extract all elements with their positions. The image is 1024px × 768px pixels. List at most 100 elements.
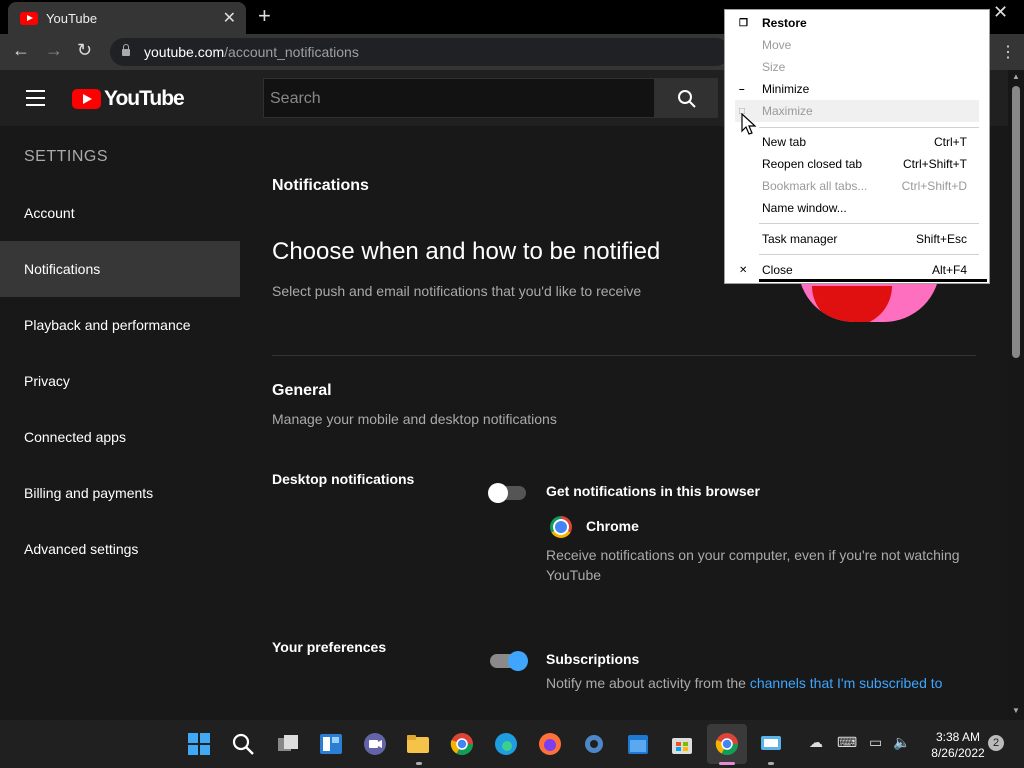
menu-item-label: Task manager — [762, 232, 838, 246]
chrome-icon — [550, 516, 572, 538]
chrome-taskbar-icon[interactable] — [450, 732, 474, 756]
menu-item-close[interactable]: ✕ Close Alt+F4 — [725, 259, 989, 281]
settings-gear-icon[interactable] — [582, 732, 606, 756]
desktop-notifications-label: Desktop notifications — [272, 471, 415, 487]
clock-time: 3:38 AM — [935, 730, 981, 744]
search-input[interactable] — [264, 79, 662, 119]
file-explorer-icon[interactable] — [406, 732, 430, 756]
sidebar-item-label: Privacy — [24, 373, 70, 389]
menu-item-label: Close — [762, 263, 793, 277]
windows-taskbar: ☁ ⌨ ▭ 🔈 3:38 AM 8/26/2022 2 — [0, 720, 1024, 768]
subscriptions-description: Notify me about activity from the channe… — [546, 673, 996, 693]
page-headline: Choose when and how to be notified — [272, 238, 661, 265]
menu-item-bookmark-all-tabs: Bookmark all tabs... Ctrl+Shift+D — [725, 175, 989, 197]
hamburger-menu-icon[interactable] — [26, 90, 45, 111]
page-subtitle: Select push and email notifications that… — [272, 283, 642, 299]
network-icon[interactable]: ▭ — [869, 734, 882, 751]
taskbar-search-icon[interactable] — [231, 732, 255, 756]
tab-title: YouTube — [46, 10, 98, 26]
sidebar-item-billing[interactable]: Billing and payments — [0, 465, 240, 521]
menu-item-label: Bookmark all tabs... — [762, 179, 868, 193]
notification-badge[interactable]: 2 — [988, 735, 1004, 751]
menu-item-label: Minimize — [762, 82, 810, 96]
subscriptions-toggle[interactable] — [490, 651, 528, 671]
active-indicator — [719, 762, 735, 765]
menu-item-shortcut: Ctrl+Shift+D — [901, 179, 967, 193]
new-tab-icon[interactable]: + — [258, 3, 271, 29]
youtube-logo[interactable]: YouTube — [72, 87, 185, 111]
divider — [272, 355, 976, 356]
edge-icon[interactable] — [494, 732, 518, 756]
microsoft-store-icon[interactable] — [670, 732, 694, 756]
menu-item-minimize[interactable]: – Minimize — [725, 78, 989, 100]
menu-item-label: Size — [762, 60, 786, 74]
clock-date: 8/26/2022 — [931, 746, 985, 760]
settings-sidebar: SETTINGS Account Notifications Playback … — [0, 126, 240, 720]
subscribed-channels-link[interactable]: channels that I'm subscribed to — [750, 675, 943, 691]
keyboard-icon[interactable]: ⌨ — [837, 734, 857, 751]
browser-tab-youtube[interactable]: YouTube ✕ — [8, 2, 246, 34]
menu-item-reopen-closed-tab[interactable]: Reopen closed tab Ctrl+Shift+T — [725, 153, 989, 175]
search-icon — [678, 90, 696, 108]
chrome-active-taskbar-icon[interactable] — [715, 732, 739, 756]
menu-item-label: New tab — [762, 135, 807, 149]
sidebar-item-label: Advanced settings — [24, 541, 139, 557]
restore-icon: ❐ — [739, 17, 748, 29]
sidebar-item-notifications[interactable]: Notifications — [0, 241, 240, 297]
widgets-icon[interactable] — [319, 732, 343, 756]
volume-icon[interactable]: 🔈 — [893, 734, 910, 751]
menu-item-new-tab[interactable]: New tab Ctrl+T — [725, 131, 989, 153]
search-button[interactable] — [655, 78, 718, 118]
tab-close-icon[interactable]: ✕ — [223, 8, 236, 28]
menu-item-shortcut: Alt+F4 — [931, 263, 967, 277]
forward-arrow-icon[interactable]: → — [45, 40, 63, 61]
teams-chat-icon[interactable] — [363, 732, 387, 756]
sidebar-item-label: Notifications — [24, 261, 101, 277]
toggle-knob — [488, 483, 508, 503]
scrollbar-thumb[interactable] — [1012, 86, 1020, 358]
running-indicator — [416, 762, 422, 765]
calendar-icon[interactable] — [626, 732, 650, 756]
menu-item-label: Name window... — [762, 201, 847, 215]
address-bar[interactable]: youtube.com/account_notifications — [110, 38, 730, 66]
sidebar-item-account[interactable]: Account — [0, 185, 240, 241]
onedrive-icon[interactable]: ☁ — [809, 734, 823, 751]
lock-icon — [122, 43, 130, 56]
url-path: /account_notifications — [224, 44, 359, 60]
scroll-down-icon[interactable]: ▼ — [1012, 706, 1020, 715]
taskbar-clock[interactable]: 3:38 AM 8/26/2022 — [920, 729, 996, 761]
window-system-menu: ❐ Restore Move Size – Minimize □ Maximize N… — [724, 9, 990, 284]
sidebar-heading: SETTINGS — [24, 148, 109, 165]
menu-separator — [759, 254, 979, 255]
sidebar-item-label: Playback and performance — [24, 317, 191, 333]
sidebar-item-advanced[interactable]: Advanced settings — [0, 521, 240, 577]
windows-start-icon[interactable] — [187, 732, 211, 756]
running-indicator — [768, 762, 774, 765]
sidebar-item-privacy[interactable]: Privacy — [0, 353, 240, 409]
menu-item-label: Maximize — [762, 104, 813, 118]
firefox-icon[interactable] — [538, 732, 562, 756]
menu-item-name-window[interactable]: Name window... — [725, 197, 989, 219]
sidebar-item-connected-apps[interactable]: Connected apps — [0, 409, 240, 465]
sidebar-item-label: Billing and payments — [24, 485, 154, 501]
sidebar-item-playback[interactable]: Playback and performance — [0, 297, 240, 353]
window-close-icon[interactable]: ✕ — [993, 2, 1008, 23]
task-view-icon[interactable] — [276, 732, 300, 756]
menu-item-restore[interactable]: ❐ Restore — [725, 12, 989, 34]
menu-focus-underline — [759, 279, 987, 282]
browser-menu-icon[interactable]: ⋮ — [1000, 42, 1016, 62]
menu-item-label: Restore — [762, 16, 807, 30]
remote-desktop-icon[interactable] — [759, 732, 783, 756]
general-title: General — [272, 382, 332, 399]
scroll-up-icon[interactable]: ▲ — [1012, 72, 1020, 81]
subscriptions-description-text: Notify me about activity from the — [546, 675, 750, 691]
menu-item-task-manager[interactable]: Task manager Shift+Esc — [725, 228, 989, 250]
page-scrollbar[interactable]: ▲ ▼ — [1008, 70, 1024, 720]
desktop-notifications-toggle[interactable] — [488, 483, 526, 503]
menu-item-shortcut: Shift+Esc — [915, 232, 967, 246]
back-arrow-icon[interactable]: ← — [12, 40, 30, 61]
subscriptions-title: Subscriptions — [546, 651, 640, 667]
mouse-cursor-icon — [741, 113, 757, 135]
menu-item-shortcut: Ctrl+Shift+T — [902, 157, 967, 171]
reload-icon[interactable]: ↻ — [77, 40, 92, 61]
